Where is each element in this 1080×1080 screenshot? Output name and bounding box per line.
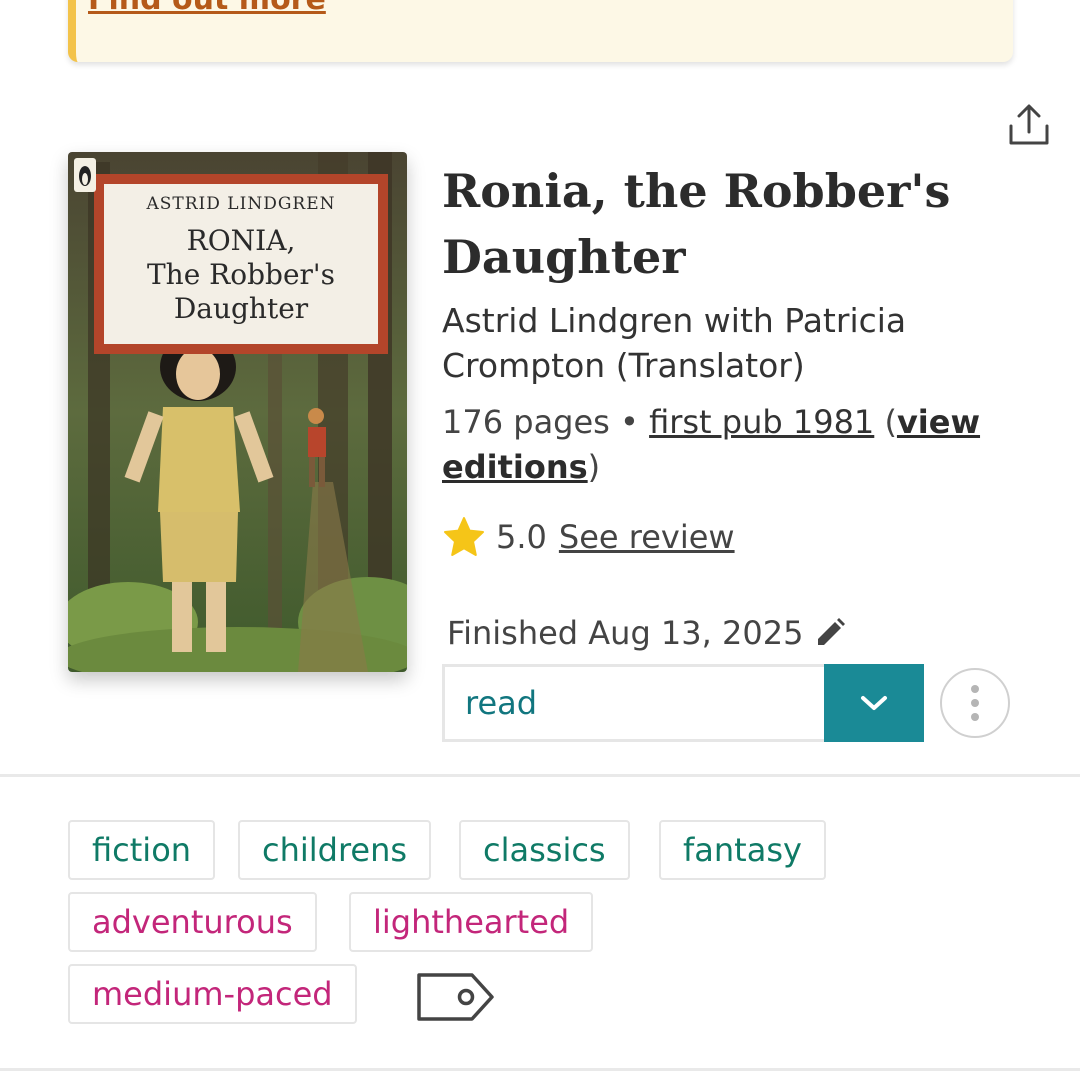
paren-close: ) xyxy=(587,448,601,486)
book-cover[interactable]: ASTRID LINDGREN RONIA, The Robber's Daug… xyxy=(68,152,407,672)
see-review-link[interactable]: See review xyxy=(559,518,735,556)
bottom-divider xyxy=(0,1068,1080,1071)
tag-fiction[interactable]: fiction xyxy=(68,820,216,880)
chevron-down-icon xyxy=(861,696,887,710)
reading-status-value: read xyxy=(465,684,538,722)
book-authors[interactable]: Astrid Lindgren with Patricia Crompton (… xyxy=(442,298,1002,388)
tag-fantasy[interactable]: fantasy xyxy=(659,820,826,880)
tag-childrens[interactable]: childrens xyxy=(238,820,432,880)
cover-title-text: RONIA, The Robber's Daughter xyxy=(147,224,335,325)
tag-icon[interactable] xyxy=(414,970,498,1024)
pencil-icon[interactable] xyxy=(813,616,847,650)
more-vertical-icon xyxy=(971,685,979,721)
more-options-button[interactable] xyxy=(940,668,1010,738)
paren-open: ( xyxy=(874,403,897,441)
section-divider xyxy=(0,774,1080,777)
star-icon xyxy=(444,517,484,556)
cover-title-plaque: ASTRID LINDGREN RONIA, The Robber's Daug… xyxy=(96,178,386,348)
cover-author-text: ASTRID LINDGREN xyxy=(146,194,336,214)
tag-medium-paced[interactable]: medium-paced xyxy=(68,964,357,1024)
share-icon[interactable] xyxy=(1006,102,1052,148)
book-meta: 176 pages • first pub 1981 (view edition… xyxy=(442,400,1042,490)
book-title: Ronia, the Robber's Daughter xyxy=(442,164,951,284)
first-pub-link[interactable]: first pub 1981 xyxy=(649,403,874,441)
page-count: 176 pages xyxy=(442,403,610,441)
tag-lighthearted[interactable]: lighthearted xyxy=(349,892,594,952)
find-out-more-link[interactable]: Find out more xyxy=(88,0,326,17)
finished-date: Finished Aug 13, 2025 xyxy=(447,614,804,652)
rating-row: 5.0 See review xyxy=(442,512,735,562)
book-page: Find out more xyxy=(0,0,1080,1080)
status-dropdown-button[interactable] xyxy=(824,664,924,742)
meta-separator: • xyxy=(609,403,650,441)
tag-classics[interactable]: classics xyxy=(459,820,630,880)
tag-adventurous[interactable]: adventurous xyxy=(68,892,317,952)
finished-row: Finished Aug 13, 2025 xyxy=(447,614,847,652)
rating-value: 5.0 xyxy=(496,518,547,556)
